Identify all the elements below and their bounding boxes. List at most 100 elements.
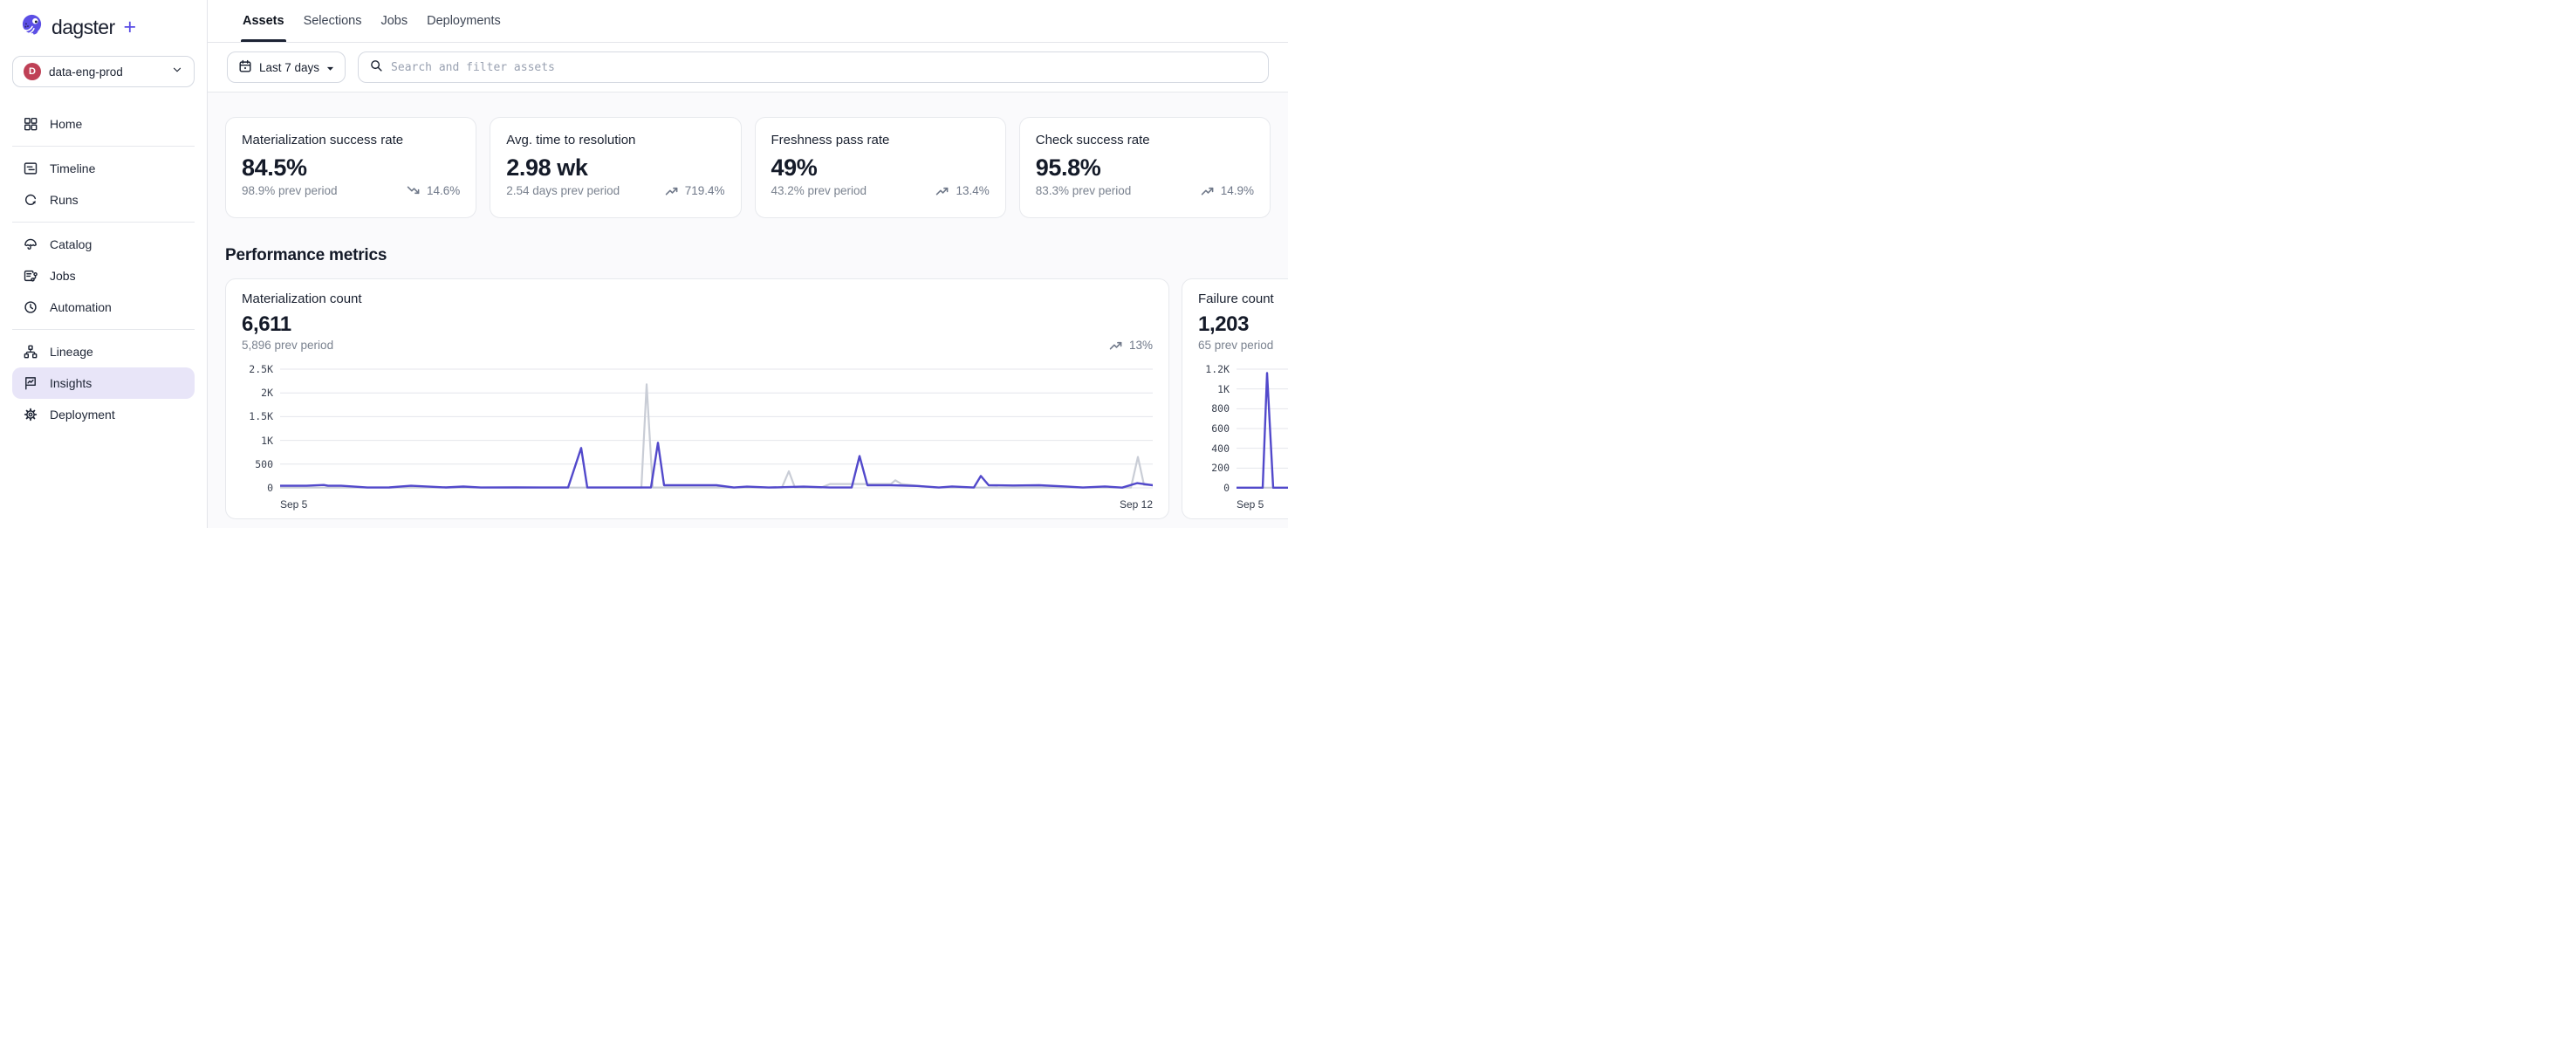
card-freshness-pass-rate: Freshness pass rate 49% 43.2% prev perio… [755,117,1006,218]
top-nav-tabs: Assets Selections Jobs Deployments [241,0,503,42]
deployment-gear-icon [23,407,38,422]
tab-jobs[interactable]: Jobs [379,0,409,42]
dagster-logo[interactable]: dagster + [0,0,207,48]
calendar-icon [238,59,252,76]
trend-value: 13.4% [956,184,989,197]
trending-up-icon [1201,185,1216,196]
prev-period-label: 43.2% prev period [771,184,867,197]
card-avg-time-to-resolution: Avg. time to resolution 2.98 wk 2.54 day… [490,117,741,218]
sidebar-item-home[interactable]: Home [12,108,195,140]
deployment-switcher[interactable]: D data-eng-prod [12,56,195,87]
dagster-app: dagster + D data-eng-prod Home [0,0,1288,528]
card-value: 49% [771,154,990,182]
card-materialization-success-rate: Materialization success rate 84.5% 98.9%… [225,117,476,218]
sidebar-item-lineage[interactable]: Lineage [12,336,195,367]
asset-search [358,51,1269,83]
prev-period-label: 65 prev period [1198,339,1273,352]
search-input[interactable] [391,61,1257,74]
tab-deployments[interactable]: Deployments [425,0,503,42]
sidebar-item-label: Timeline [50,161,95,175]
date-range-button[interactable]: Last 7 days [227,51,346,83]
performance-metrics-heading: Performance metrics [225,246,1271,265]
sidebar-item-label: Home [50,117,82,131]
date-range-label: Last 7 days [259,61,319,74]
y-axis-labels: 02004006008001K1.2K [1198,364,1237,493]
chart-value: 6,611 [242,312,1153,337]
sidebar-nav: Home Timeline Runs [0,108,207,430]
x-axis-start: Sep 5 [1237,498,1264,511]
chart-plot-area[interactable] [1237,364,1288,493]
dagster-wordmark: dagster [51,16,115,39]
line-chart: 05001K1.5K2K2.5K [242,364,1153,493]
card-check-success-rate: Check success rate 95.8% 83.3% prev peri… [1019,117,1271,218]
trend-indicator: 14.9% [1201,184,1254,197]
tab-assets[interactable]: Assets [241,0,286,42]
trend-indicator: 14.6% [407,184,460,197]
sidebar-item-deployment[interactable]: Deployment [12,399,195,430]
sidebar-item-label: Deployment [50,408,115,422]
sidebar-item-runs[interactable]: Runs [12,184,195,216]
failure-count-chart-card: Failure count 1,203 65 prev period 1,750… [1182,278,1288,519]
sidebar-item-label: Catalog [50,237,92,251]
summary-cards: Materialization success rate 84.5% 98.9%… [225,117,1271,218]
sidebar-divider [12,222,195,223]
deployment-avatar: D [24,63,41,80]
trend-value: 14.9% [1221,184,1254,197]
trend-value: 14.6% [427,184,460,197]
trend-value: 13% [1129,339,1153,352]
sidebar-divider [12,146,195,147]
trending-up-icon [935,185,950,196]
timeline-icon [23,161,38,176]
x-axis-labels: Sep 5 Sep 12 [1237,498,1288,511]
card-title: Check success rate [1036,133,1254,147]
sidebar-item-jobs[interactable]: Jobs [12,260,195,291]
sidebar-item-insights[interactable]: Insights [12,367,195,399]
main-content: Assets Selections Jobs Deployments Last … [208,0,1288,528]
sidebar-item-timeline[interactable]: Timeline [12,153,195,184]
home-icon [23,116,38,132]
filter-bar: Last 7 days [208,43,1288,93]
top-nav: Assets Selections Jobs Deployments [208,0,1288,43]
performance-charts: Materialization count 6,611 5,896 prev p… [225,278,1271,519]
sidebar-item-label: Insights [50,376,92,390]
chart-title: Failure count [1198,291,1288,306]
card-title: Freshness pass rate [771,133,990,147]
trend-value: 719.4% [685,184,725,197]
chart-plot-area[interactable] [280,364,1153,493]
trending-up-icon [665,185,680,196]
sidebar-item-label: Lineage [50,345,93,359]
trend-indicator: 13% [1109,339,1153,352]
sidebar-item-label: Jobs [50,269,76,283]
deployment-switcher-label: data-eng-prod [49,65,163,79]
card-value: 2.98 wk [506,154,724,182]
sidebar: dagster + D data-eng-prod Home [0,0,208,528]
caret-down-icon [326,61,334,74]
tab-selections[interactable]: Selections [302,0,364,42]
sidebar-item-automation[interactable]: Automation [12,291,195,323]
y-axis-labels: 05001K1.5K2K2.5K [242,364,280,493]
trending-down-icon [407,185,421,196]
x-axis-labels: Sep 5 Sep 12 [280,498,1153,511]
sidebar-divider [12,329,195,330]
sidebar-item-catalog[interactable]: Catalog [12,229,195,260]
prev-period-label: 2.54 days prev period [506,184,620,197]
card-title: Avg. time to resolution [506,133,724,147]
sidebar-item-label: Runs [50,193,79,207]
prev-period-label: 98.9% prev period [242,184,338,197]
trend-indicator: 13.4% [935,184,989,197]
sidebar-item-label: Automation [50,300,112,314]
trending-up-icon [1109,339,1124,351]
lineage-icon [23,344,38,360]
prev-period-label: 83.3% prev period [1036,184,1132,197]
chart-value: 1,203 [1198,312,1288,337]
insights-content: Materialization success rate 84.5% 98.9%… [208,93,1288,528]
x-axis-end: Sep 12 [1120,498,1153,511]
materialization-count-chart-card: Materialization count 6,611 5,896 prev p… [225,278,1169,519]
automation-icon [23,299,38,315]
card-title: Materialization success rate [242,133,460,147]
jobs-icon [23,268,38,284]
search-icon [369,58,383,77]
insights-icon [23,375,38,391]
card-value: 84.5% [242,154,460,182]
dagster-plus-badge: + [124,17,137,38]
